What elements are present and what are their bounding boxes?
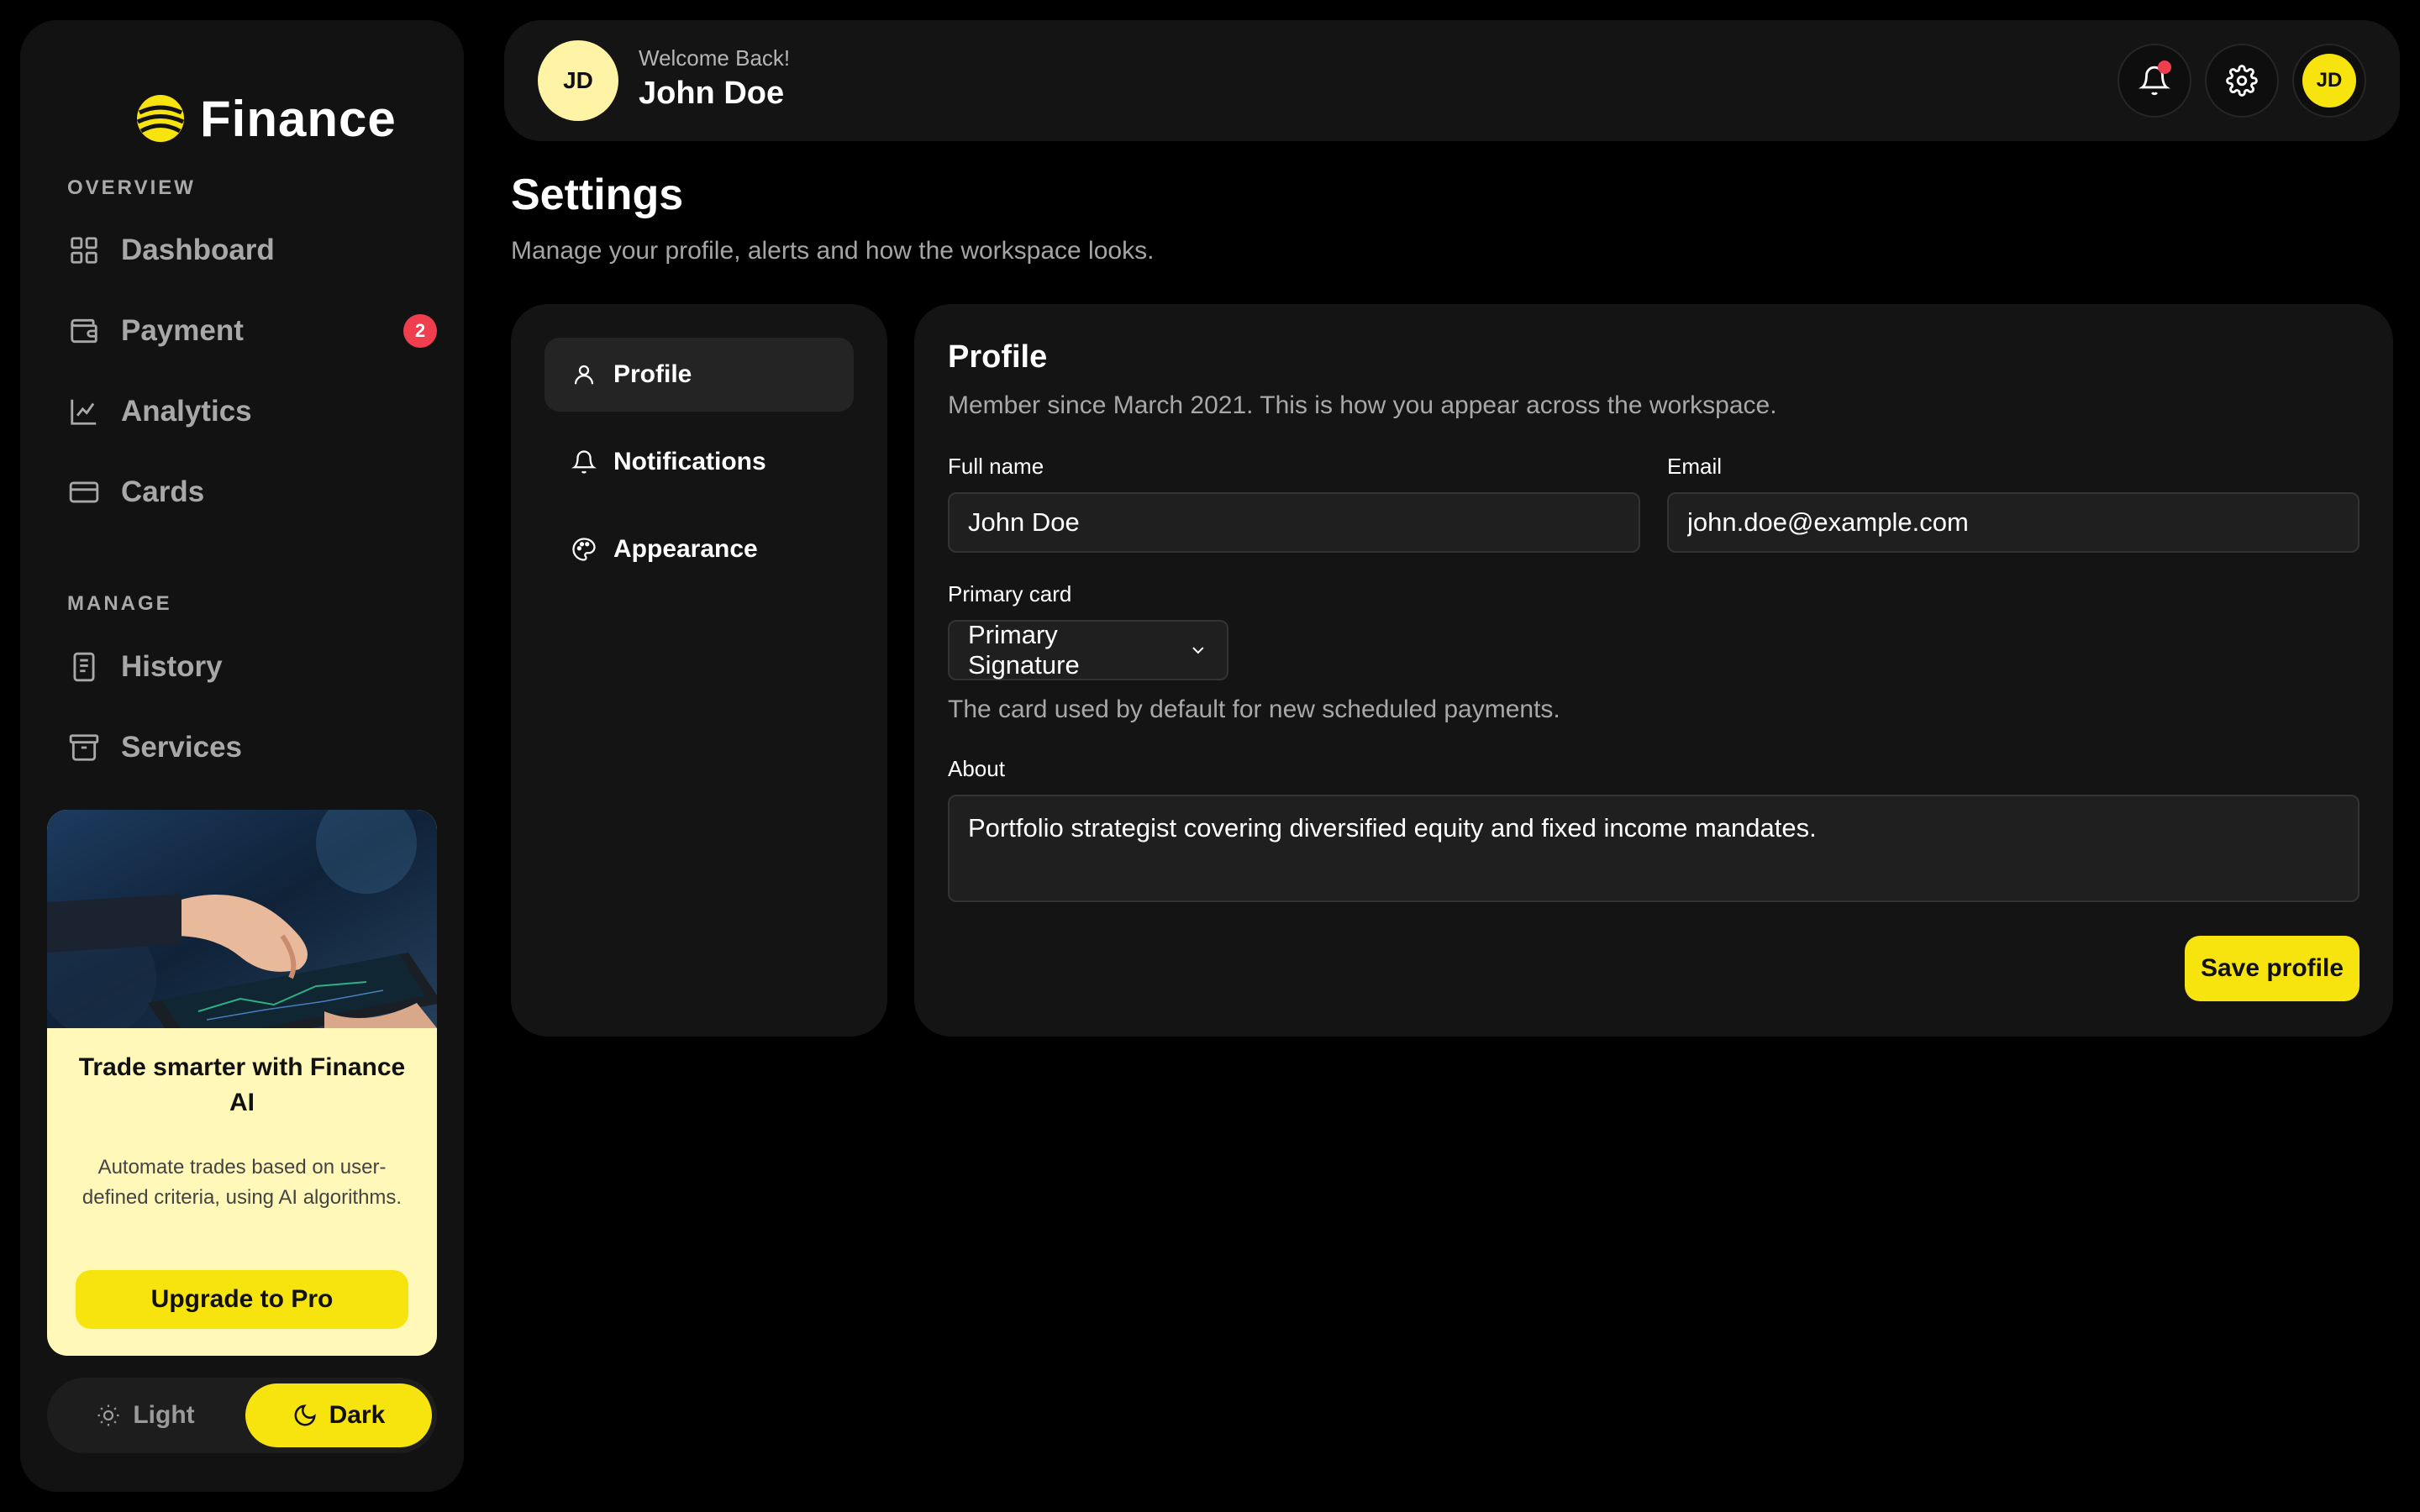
promo-image	[47, 810, 437, 1028]
sidebar: Finance OVERVIEW Dashboard Payment 2 Ana…	[20, 20, 464, 1492]
welcome-text: Welcome Back!	[639, 45, 791, 71]
tab-label: Appearance	[613, 535, 758, 563]
bell-icon	[571, 450, 597, 474]
receipt-icon	[67, 650, 101, 684]
user-name: John Doe	[639, 76, 785, 111]
sidebar-item-label: History	[121, 650, 223, 683]
sun-icon	[97, 1404, 119, 1426]
chart-line-icon	[67, 395, 101, 428]
page-subtitle: Manage your profile, alerts and how the …	[511, 237, 1155, 265]
sidebar-item-label: Analytics	[121, 395, 252, 428]
palette-icon	[572, 538, 596, 561]
archive-icon	[67, 731, 101, 764]
sidebar-item-analytics[interactable]: Analytics	[67, 382, 437, 441]
payment-count-badge: 2	[403, 314, 437, 348]
tab-notifications[interactable]: Notifications	[544, 425, 854, 499]
theme-toggle: Light Dark	[47, 1378, 437, 1453]
top-header: JD Welcome Back! John Doe JD	[504, 20, 2400, 141]
brand-logo-icon	[136, 95, 185, 142]
profile-panel: Profile Member since March 2021. This is…	[914, 304, 2393, 1037]
tab-label: Notifications	[613, 448, 766, 475]
grid-icon	[67, 234, 101, 267]
wallet-icon	[67, 314, 101, 348]
promo-text: Automate trades based on user-defined cr…	[82, 1156, 402, 1209]
panel-title: Profile	[948, 339, 1048, 375]
about-label: About	[948, 756, 1005, 781]
credit-card-icon	[67, 475, 101, 509]
sidebar-item-label: Payment	[121, 314, 244, 347]
sidebar-item-payment[interactable]: Payment 2	[67, 302, 437, 360]
tab-profile[interactable]: Profile	[544, 338, 854, 412]
profile-menu-button[interactable]: JD	[2292, 44, 2366, 118]
theme-dark-button[interactable]: Dark	[245, 1383, 432, 1447]
theme-dark-label: Dark	[329, 1401, 386, 1429]
sidebar-item-label: Dashboard	[121, 234, 275, 266]
user-icon	[574, 365, 594, 385]
section-label-manage: MANAGE	[67, 592, 172, 615]
primary-card-select[interactable]: Primary Signature	[948, 620, 1228, 680]
sidebar-item-label: Cards	[121, 475, 205, 508]
brand-name: Finance	[200, 90, 397, 147]
tab-appearance[interactable]: Appearance	[544, 512, 854, 586]
primary-card-label: Primary card	[948, 581, 1072, 606]
primary-card-help: The card used by default for new schedul…	[948, 696, 1560, 723]
settings-button[interactable]	[2205, 44, 2279, 118]
primary-card-value: Primary Signature	[968, 620, 1080, 680]
sidebar-item-history[interactable]: History	[67, 638, 437, 696]
email-input[interactable]	[1667, 492, 2360, 553]
page-title: Settings	[511, 171, 684, 219]
sidebar-item-dashboard[interactable]: Dashboard	[67, 221, 437, 280]
panel-description: Member since March 2021. This is how you…	[948, 391, 1777, 419]
sidebar-item-services[interactable]: Services	[67, 718, 437, 777]
brand[interactable]: Finance	[136, 87, 397, 150]
sidebar-item-cards[interactable]: Cards	[67, 463, 437, 522]
avatar-small: JD	[2302, 54, 2356, 108]
theme-light-button[interactable]: Light	[52, 1383, 239, 1447]
moon-icon	[294, 1404, 316, 1426]
notifications-button[interactable]	[2118, 44, 2191, 118]
notification-dot	[2158, 60, 2171, 74]
tab-label: Profile	[613, 360, 692, 388]
full-name-label: Full name	[948, 454, 1044, 479]
upgrade-button[interactable]: Upgrade to Pro	[76, 1270, 408, 1329]
promo-title: Trade smarter with Finance AI	[78, 1053, 406, 1116]
gear-icon	[2226, 65, 2258, 97]
avatar[interactable]: JD	[538, 40, 618, 121]
save-profile-button[interactable]: Save profile	[2185, 936, 2360, 1001]
full-name-input[interactable]	[948, 492, 1640, 553]
theme-light-label: Light	[133, 1401, 195, 1429]
promo-card: Trade smarter with Finance AI Automate t…	[47, 810, 437, 1356]
section-label-overview: OVERVIEW	[67, 176, 196, 199]
chevron-down-icon	[1192, 647, 1204, 654]
email-label: Email	[1667, 454, 1723, 479]
sidebar-item-label: Services	[121, 731, 243, 764]
about-textarea[interactable]: Portfolio strategist covering diversifie…	[948, 795, 2360, 902]
settings-nav: Profile Notifications Appearance	[511, 304, 887, 1037]
